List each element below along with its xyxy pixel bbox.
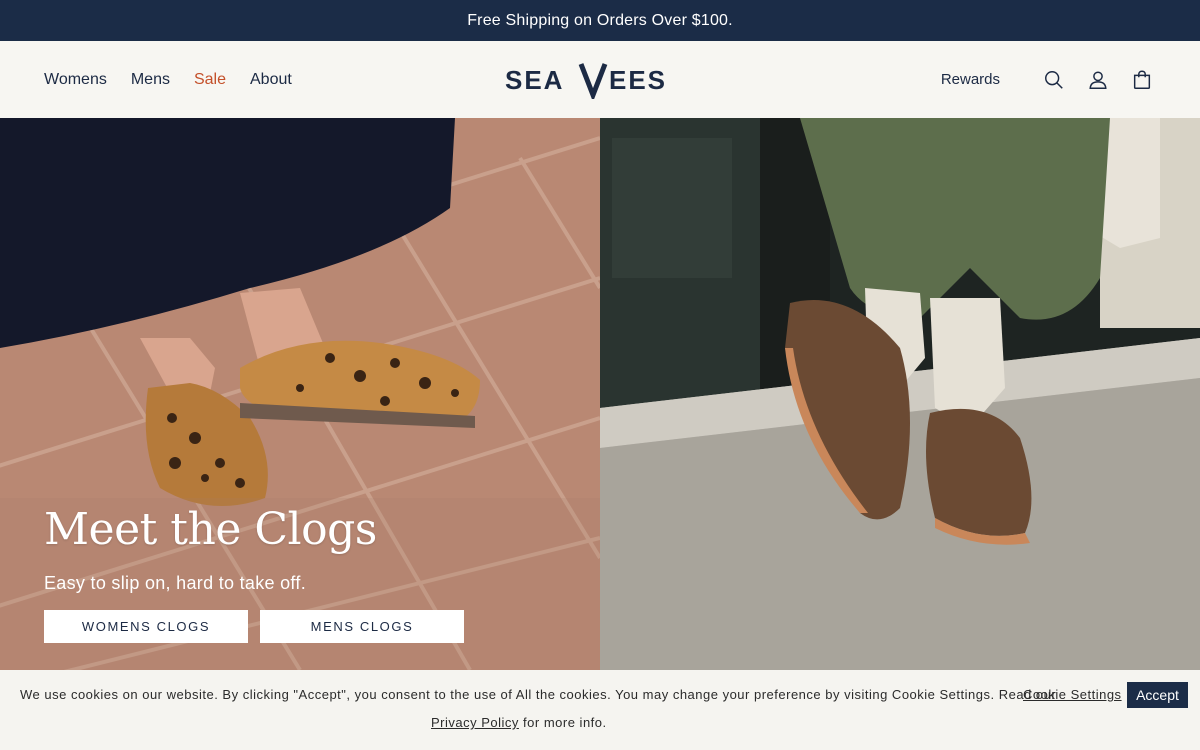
logo-wordmark-left: SEA — [505, 65, 564, 95]
nav-item-womens[interactable]: Womens — [44, 71, 107, 89]
cookie-policy-line: Privacy Policy for more info. — [431, 715, 607, 730]
cookie-banner: We use cookies on our website. By clicki… — [0, 670, 1200, 750]
header-utilities: Rewards — [941, 41, 1154, 118]
cookie-trailing-text: for more info. — [523, 715, 607, 730]
main-nav: Womens Mens Sale About — [44, 41, 292, 118]
logo-v-mark — [578, 63, 608, 99]
announcement-bar: Free Shipping on Orders Over $100. — [0, 0, 1200, 41]
mens-clogs-button[interactable]: MENS CLOGS — [260, 610, 464, 643]
hero-cta-group: WOMENS CLOGS MENS CLOGS — [44, 610, 464, 643]
hero-copy: Meet the Clogs Easy to slip on, hard to … — [44, 504, 377, 594]
hero-image-mens — [600, 118, 1200, 670]
search-icon[interactable] — [1042, 68, 1066, 92]
logo-wordmark-right: EES — [609, 65, 667, 95]
accept-cookies-button[interactable]: Accept — [1127, 682, 1188, 708]
cookie-settings-link[interactable]: Cookie Settings — [1023, 687, 1122, 702]
cart-icon[interactable] — [1130, 68, 1154, 92]
privacy-policy-link[interactable]: Privacy Policy — [431, 715, 519, 730]
site-header: Womens Mens Sale About SEA EES Rewards — [0, 41, 1200, 118]
womens-clogs-button[interactable]: WOMENS CLOGS — [44, 610, 248, 643]
account-icon[interactable] — [1086, 68, 1110, 92]
cookie-message: We use cookies on our website. By clicki… — [20, 687, 1057, 702]
hero-subtitle: Easy to slip on, hard to take off. — [44, 573, 307, 593]
seavees-logo-mark: SEA EES — [505, 63, 667, 99]
announcement-text: Free Shipping on Orders Over $100. — [467, 11, 733, 29]
brand-logo[interactable]: SEA EES — [505, 61, 695, 99]
nav-item-mens[interactable]: Mens — [131, 71, 170, 89]
hero-banner: Meet the Clogs Easy to slip on, hard to … — [0, 118, 1200, 670]
rewards-link[interactable]: Rewards — [941, 71, 1000, 88]
nav-item-sale[interactable]: Sale — [194, 71, 226, 89]
nav-item-about[interactable]: About — [250, 71, 292, 89]
hero-title: Meet the Clogs — [44, 504, 377, 555]
